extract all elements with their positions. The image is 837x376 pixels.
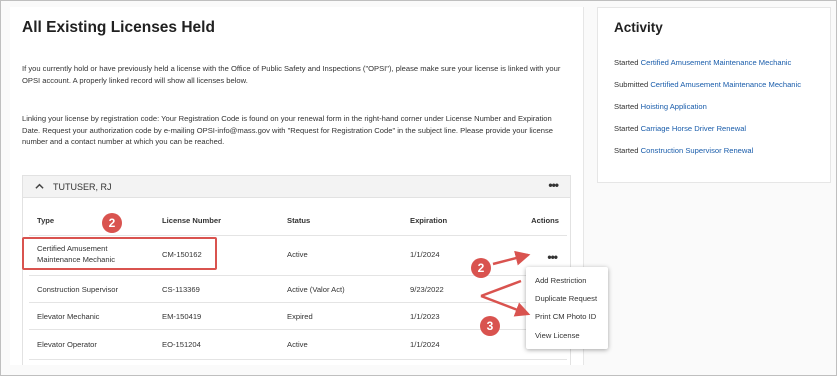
activity-item: Submitted Certified Amusement Maintenanc…: [614, 80, 801, 89]
activity-link[interactable]: Carriage Horse Driver Renewal: [641, 124, 747, 133]
activity-item: Started Carriage Horse Driver Renewal: [614, 124, 746, 133]
callout-badge: 2: [471, 258, 491, 278]
activity-title: Activity: [614, 20, 663, 35]
activity-item: Started Hoisting Application: [614, 102, 707, 111]
arrow-to-print: [480, 294, 531, 317]
activity-link[interactable]: Hoisting Application: [641, 102, 707, 111]
activity-item: Started Construction Supervisor Renewal: [614, 146, 753, 155]
activity-verb: Started: [614, 58, 639, 67]
activity-verb: Started: [614, 102, 639, 111]
activity-card: Activity Started Certified Amusement Mai…: [597, 7, 831, 183]
callout-badge: 2: [102, 213, 122, 233]
activity-link[interactable]: Certified Amusement Maintenance Mechanic: [650, 80, 801, 89]
activity-link[interactable]: Certified Amusement Maintenance Mechanic: [641, 58, 792, 67]
activity-verb: Started: [614, 124, 639, 133]
activity-verb: Submitted: [614, 80, 649, 89]
callout-badge: 3: [480, 316, 500, 336]
screenshot-frame: All Existing Licenses Held If you curren…: [0, 0, 837, 376]
arrow-branch: [480, 279, 522, 298]
arrow-to-actions: [492, 250, 531, 266]
activity-item: Started Certified Amusement Maintenance …: [614, 58, 791, 67]
activity-verb: Started: [614, 146, 639, 155]
activity-link[interactable]: Construction Supervisor Renewal: [641, 146, 754, 155]
